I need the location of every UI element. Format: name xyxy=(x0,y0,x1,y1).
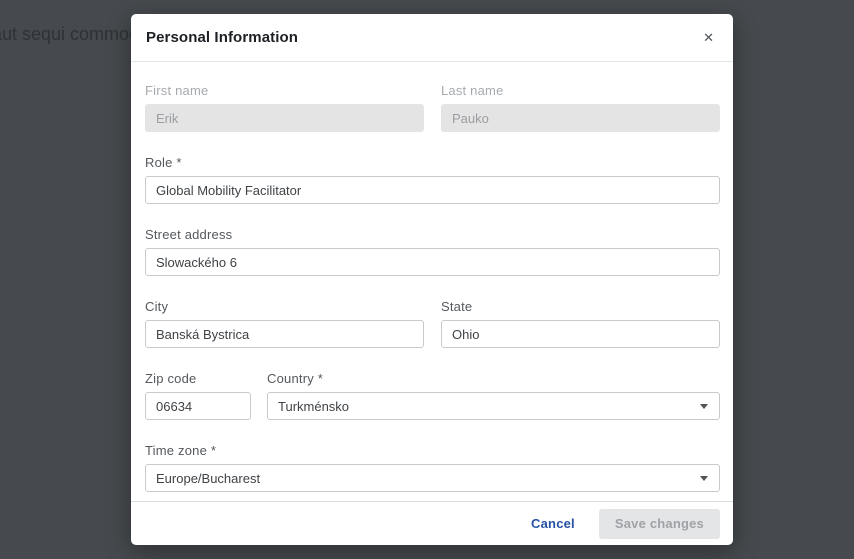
name-row: First name Last name xyxy=(145,83,720,132)
city-state-row: City State xyxy=(145,299,720,348)
country-group: Country * Turkménsko xyxy=(267,371,720,420)
street-address-label: Street address xyxy=(145,227,720,242)
zip-group: Zip code xyxy=(145,371,251,420)
first-name-group: First name xyxy=(145,83,424,132)
street-row: Street address xyxy=(145,227,720,276)
country-label: Country * xyxy=(267,371,720,386)
city-label: City xyxy=(145,299,424,314)
timezone-select[interactable]: Europe/Bucharest xyxy=(145,464,720,492)
dialog-title: Personal Information xyxy=(146,29,298,46)
first-name-field xyxy=(145,104,424,132)
state-group: State xyxy=(441,299,720,348)
zip-code-label: Zip code xyxy=(145,371,251,386)
timezone-selected-value: Europe/Bucharest xyxy=(156,471,260,486)
street-address-field[interactable] xyxy=(145,248,720,276)
timezone-label: Time zone * xyxy=(145,443,720,458)
close-icon[interactable]: ✕ xyxy=(701,29,716,46)
state-field[interactable] xyxy=(441,320,720,348)
save-changes-button[interactable]: Save changes xyxy=(599,509,720,539)
role-field[interactable] xyxy=(145,176,720,204)
last-name-group: Last name xyxy=(441,83,720,132)
zip-code-field[interactable] xyxy=(145,392,251,420)
role-row: Role * xyxy=(145,155,720,204)
first-name-label: First name xyxy=(145,83,424,98)
chevron-down-icon xyxy=(700,404,708,409)
dialog-footer: Cancel Save changes xyxy=(131,501,733,545)
cancel-button[interactable]: Cancel xyxy=(531,516,575,531)
role-label: Role * xyxy=(145,155,720,170)
country-select[interactable]: Turkménsko xyxy=(267,392,720,420)
personal-information-dialog: Personal Information ✕ First name Last n… xyxy=(131,14,733,545)
last-name-field xyxy=(441,104,720,132)
timezone-row: Time zone * Europe/Bucharest xyxy=(145,443,720,492)
state-label: State xyxy=(441,299,720,314)
dialog-header: Personal Information ✕ xyxy=(131,14,733,62)
last-name-label: Last name xyxy=(441,83,720,98)
chevron-down-icon xyxy=(700,476,708,481)
dialog-body: First name Last name Role * Street addre… xyxy=(131,62,733,501)
country-selected-value: Turkménsko xyxy=(278,399,349,414)
background-page-text: aut sequi commodi xyxy=(0,24,143,45)
city-group: City xyxy=(145,299,424,348)
zip-country-row: Zip code Country * Turkménsko xyxy=(145,371,720,420)
city-field[interactable] xyxy=(145,320,424,348)
